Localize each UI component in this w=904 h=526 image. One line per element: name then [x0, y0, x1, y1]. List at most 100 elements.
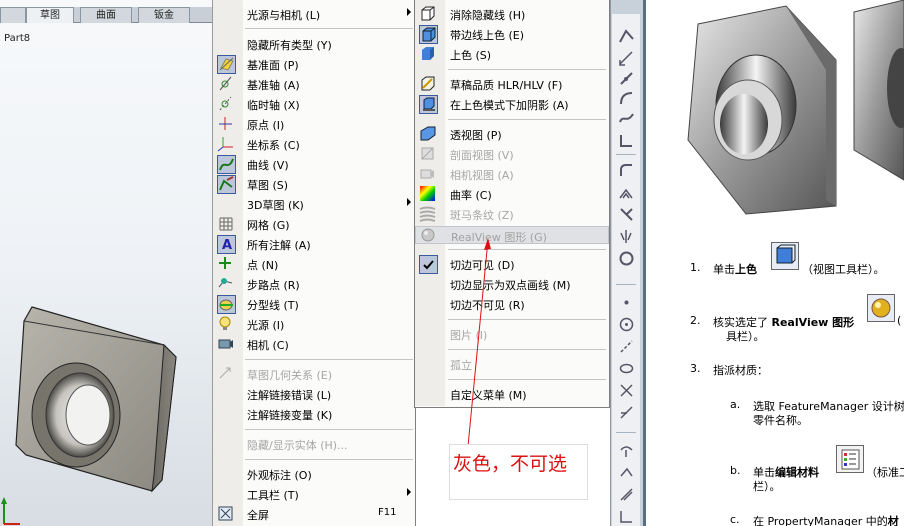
stretch-entities-icon[interactable]	[618, 486, 635, 503]
step-2-number: 2.	[690, 314, 701, 327]
menu-item-route-points[interactable]: 步路点 (R)	[213, 274, 415, 294]
trim-entities-icon[interactable]	[618, 206, 635, 223]
fullscreen-icon	[217, 505, 236, 524]
triad-axis-icon	[1, 497, 20, 525]
part-name-label: Part8	[4, 33, 31, 44]
menu-item-hide-all-types[interactable]: 隐藏所有类型 (Y)	[213, 34, 415, 54]
part-model-icon[interactable]	[14, 305, 194, 505]
menu-item-shaded[interactable]: 上色 (S)	[415, 44, 609, 64]
menu-item-grid[interactable]: 网格 (G)	[213, 214, 415, 234]
sketch-fillet-icon[interactable]	[618, 162, 635, 179]
ellipse-tool-icon[interactable]	[618, 360, 635, 377]
step-1-number: 1.	[690, 261, 701, 274]
menu-separator	[245, 429, 413, 430]
step-1-text: 单击上色	[713, 263, 757, 276]
tab-surface[interactable]: 曲面	[80, 7, 132, 23]
menu-item-draft-quality-hlr[interactable]: 草稿品质 HLR/HLV (F)	[415, 74, 609, 94]
menu-separator	[448, 249, 606, 250]
menu-item-tangent-edges-removed[interactable]: 切边不可见 (R)	[415, 294, 609, 314]
menu-item-lights[interactable]: 光源 (I)	[213, 314, 415, 334]
menu-item-points[interactable]: 点 (N)	[213, 254, 415, 274]
menu-item-toolbars[interactable]: 工具栏 (T)	[213, 484, 415, 504]
toolbar-separator	[616, 284, 636, 285]
edit-material-button-icon	[836, 445, 864, 473]
tab-sketch[interactable]: 草图	[26, 7, 74, 23]
extend-entities-icon[interactable]	[618, 382, 635, 399]
tab-sheet-metal[interactable]: 钣金	[138, 7, 190, 23]
annotation-callout: 灰色，不可选	[449, 444, 588, 500]
smart-dimension-icon[interactable]	[618, 50, 635, 67]
circle-tool-icon[interactable]	[618, 250, 635, 267]
hidden-lines-removed-icon	[419, 5, 438, 24]
arc-tool-icon[interactable]	[618, 90, 635, 107]
offset-entities-icon[interactable]	[618, 184, 635, 201]
menu-item-parting-lines[interactable]: 分型线 (T)	[213, 294, 415, 314]
menu-item-shadows-in-shaded-mode[interactable]: 在上色模式下加阴影 (A)	[415, 94, 609, 114]
sketch-toolbar	[612, 14, 640, 526]
rotate-entities-icon[interactable]	[618, 464, 635, 481]
step-2-trailing-char: (	[897, 314, 902, 327]
centerpoint-circle-icon[interactable]	[618, 316, 635, 333]
menu-item-perspective[interactable]: 透视图 (P)	[415, 124, 609, 144]
annotation-text: 灰色，不可选	[453, 453, 568, 475]
corner-rectangle-icon[interactable]	[618, 132, 635, 149]
construction-geometry-icon[interactable]	[618, 404, 635, 421]
menu-separator	[245, 28, 413, 29]
tab-features[interactable]	[0, 7, 26, 23]
move-entities-icon[interactable]	[618, 442, 635, 459]
display-submenu: 消除隐藏线 (H) 带边线上色 (E) 上色 (S) 草稿品质 HLR/HLV …	[414, 0, 610, 408]
menu-item-tangent-edges-phantom[interactable]: 切边显示为双点画线 (M)	[415, 274, 609, 294]
sketch-picture-icon[interactable]	[618, 508, 635, 525]
menu-item-shaded-with-edges[interactable]: 带边线上色 (E)	[415, 24, 609, 44]
menu-item-lights-cameras[interactable]: 光源与相机 (L)	[213, 4, 415, 24]
shaded-button-icon	[771, 242, 799, 270]
step-3a-letter: a.	[730, 398, 741, 411]
point-tool-icon[interactable]	[618, 294, 635, 311]
menu-item-axes[interactable]: 基准轴 (A)	[213, 74, 415, 94]
coordinate-system-icon	[217, 135, 236, 154]
submenu-arrow-icon	[407, 198, 411, 206]
origin-icon	[217, 115, 236, 134]
svg-text:A: A	[222, 238, 232, 253]
menu-item-planes[interactable]: 基准面 (P)	[213, 54, 415, 74]
graphics-viewport[interactable]: 草图 曲面 钣金 Part8	[0, 0, 212, 526]
menu-item-annotation-link-errors[interactable]: 注解链接错误 (L)	[213, 384, 415, 404]
menu-item-customize-menu[interactable]: 自定义菜单 (M)	[415, 384, 609, 404]
menu-item-tangent-edges-visible[interactable]: 切边可见 (D)	[415, 254, 609, 274]
menu-item-origins[interactable]: 原点 (I)	[213, 114, 415, 134]
draft-quality-icon	[419, 75, 438, 94]
menu-item-display-callout[interactable]: 外观标注 (O)	[213, 464, 415, 484]
menu-item-coordinate-systems[interactable]: 坐标系 (C)	[213, 134, 415, 154]
shortcut-label: F11	[378, 507, 397, 518]
command-manager-tabs: 草图 曲面 钣金	[0, 7, 212, 23]
menu-item-cameras[interactable]: 相机 (C)	[213, 334, 415, 354]
menu-item-temporary-axes[interactable]: 临时轴 (X)	[213, 94, 415, 114]
menu-item-3d-sketch[interactable]: 3D草图 (K)	[213, 194, 415, 214]
spline-tool-icon[interactable]	[618, 110, 635, 127]
shaded-with-edges-icon	[419, 25, 438, 44]
shaded-icon	[419, 45, 438, 64]
menu-item-full-screen[interactable]: 全屏 F11	[213, 504, 415, 524]
menu-item-sketches[interactable]: 草图 (S)	[213, 174, 415, 194]
line-tool-icon[interactable]	[618, 70, 635, 87]
menu-item-camera-view: 相机视图 (A)	[415, 164, 609, 184]
menu-item-curvature[interactable]: 曲率 (C)	[415, 184, 609, 204]
menu-item-annotation-link-variables[interactable]: 注解链接变量 (K)	[213, 404, 415, 424]
mirror-entities-icon[interactable]	[618, 228, 635, 245]
menu-item-hidden-lines-removed[interactable]: 消除隐藏线 (H)	[415, 4, 609, 24]
submenu-arrow-icon	[407, 8, 411, 16]
step-3c-letter: c.	[730, 513, 740, 526]
realview-icon	[420, 227, 439, 246]
sketch-tool-icon[interactable]	[618, 28, 635, 45]
plane-icon	[217, 55, 236, 74]
centerline-icon[interactable]	[618, 338, 635, 355]
menu-item-sketch-relations: 草图几何关系 (E)	[213, 364, 415, 384]
menu-item-curves[interactable]: 曲线 (V)	[213, 154, 415, 174]
zebra-stripes-icon	[419, 205, 438, 224]
menu-item-all-annotations[interactable]: A 所有注解 (A)	[213, 234, 415, 254]
light-icon	[217, 315, 236, 334]
axis-icon	[217, 75, 236, 94]
checkmark-icon	[419, 255, 438, 274]
parting-line-icon	[217, 295, 236, 314]
step-3b-letter: b.	[730, 464, 741, 477]
